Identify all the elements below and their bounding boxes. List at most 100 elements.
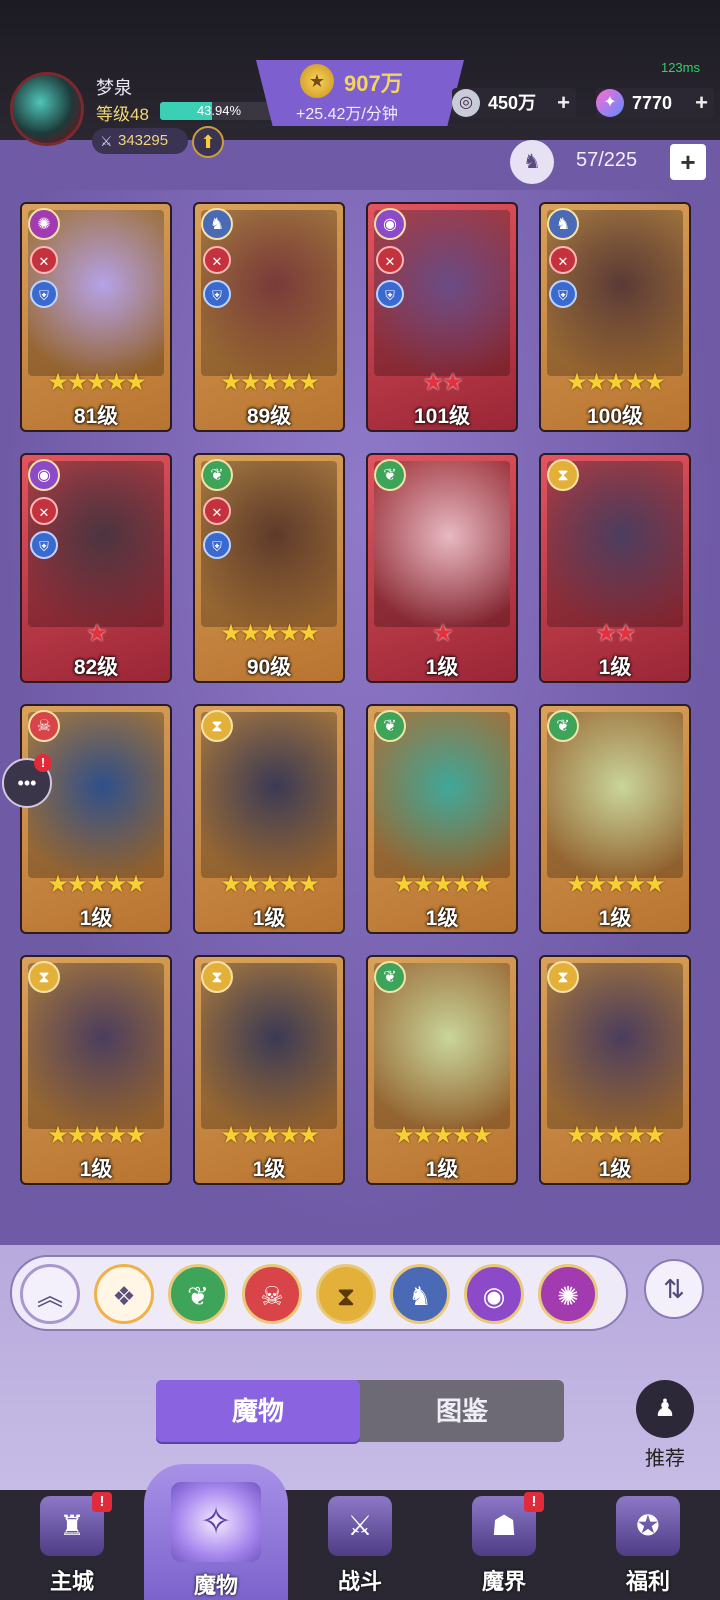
star-rating: ★★★★★	[566, 369, 666, 396]
dragon-element-icon: ♞	[547, 208, 579, 240]
xp-bar: 43.94%	[160, 102, 278, 120]
monster-card[interactable]: ◉ ✕ ⛨ ★★ 101级	[366, 202, 518, 432]
shield-role-icon: ⛨	[30, 280, 58, 308]
team-icon: ♟	[636, 1380, 694, 1438]
demon-mask-icon[interactable]: ☠	[242, 1264, 302, 1324]
tab-bar: 魔物 图鉴	[156, 1380, 564, 1442]
element-filter-bar: ︽ ❖ ❦ ☠ ⧗ ♞ ◉ ✺	[10, 1255, 628, 1331]
player-level: 等级48	[96, 105, 149, 124]
monster-card[interactable]: ♞ ✕ ⛨ ★★★★★ 100级	[539, 202, 691, 432]
capacity-add-button[interactable]: +	[670, 144, 706, 180]
star-rating: ★★★★★	[566, 1122, 666, 1149]
treasure-chest-icon: ✪	[616, 1496, 680, 1556]
star-rating: ★★★★★	[220, 620, 320, 647]
castle-icon: ♜!	[40, 1492, 112, 1556]
monster-card[interactable]: ☠ ★★★★★ 1级	[20, 704, 172, 934]
monster-level: 1级	[79, 907, 113, 930]
leaf-icon[interactable]: ❦	[168, 1264, 228, 1324]
recommend-button[interactable]: ♟ 推荐	[630, 1380, 700, 1471]
monster-capacity: ♞ 57/225 +	[510, 140, 706, 184]
chevrons-up-icon[interactable]: ︽	[20, 1264, 80, 1324]
attack-role-icon: ✕	[376, 246, 404, 274]
spiral-element-icon: ✺	[28, 208, 60, 240]
silver-add-button[interactable]: +	[557, 88, 570, 118]
monster-card[interactable]: ❦ ✕ ⛨ ★★★★★ 90级	[193, 453, 345, 683]
monster-card[interactable]: ✺ ✕ ⛨ ★★★★★ 81级	[20, 202, 172, 432]
monster-card[interactable]: ❦ ★ 1级	[366, 453, 518, 683]
shield-role-icon: ⛨	[376, 280, 404, 308]
eye-element-icon: ◉	[28, 459, 60, 491]
arrow-up-icon[interactable]: ⬆	[192, 126, 224, 158]
nav-welfare[interactable]: ✪ 福利	[576, 1490, 720, 1600]
monster-card[interactable]: ❦ ★★★★★ 1级	[539, 704, 691, 934]
nav-demon-realm[interactable]: ☗! 魔界	[432, 1490, 576, 1600]
tab-monsters[interactable]: 魔物	[156, 1380, 360, 1442]
monster-card-grid: ✺ ✕ ⛨ ★★★★★ 81级 ♞ ✕ ⛨ ★★★★★ 89级 ◉ ✕ ⛨ ★★ 101级 ♞ ✕ ⛨ ★★★★★ 1…	[0, 190, 720, 1245]
monster-level: 1级	[598, 907, 632, 930]
hourglass-icon[interactable]: ⧗	[316, 1264, 376, 1324]
monster-card[interactable]: ❦ ★★★★★ 1级	[366, 955, 518, 1185]
nature-element-icon: ❦	[374, 710, 406, 742]
shield-role-icon: ⛨	[203, 280, 231, 308]
time-element-icon: ⧗	[547, 459, 579, 491]
coin-icon: ★	[300, 64, 334, 98]
dragon-icon[interactable]: ♞	[390, 1264, 450, 1324]
monster-flame-icon: ✧	[171, 1482, 261, 1562]
bottom-nav: ♜! 主城 ✧ 魔物 ⚔ 战斗 ☗! 魔界 ✪ 福利	[0, 1464, 720, 1600]
silver-amount: 450万	[488, 93, 537, 113]
chat-button[interactable]: ••• !	[2, 754, 52, 808]
star-rating: ★★★★★	[47, 871, 147, 898]
nav-badge: !	[524, 1492, 544, 1512]
monster-card[interactable]: ⧗ ★★★★★ 1级	[193, 955, 345, 1185]
gold-amount: 907万	[344, 71, 403, 96]
nav-main-city[interactable]: ♜! 主城	[0, 1490, 144, 1600]
nav-monsters[interactable]: ✧ 魔物	[144, 1464, 288, 1600]
attack-role-icon: ✕	[30, 497, 58, 525]
recommend-label: 推荐	[645, 1448, 685, 1470]
silver-coin-icon: ◎	[452, 89, 480, 117]
star-rating: ★	[86, 620, 108, 647]
sort-button[interactable]: ⇅	[644, 1259, 704, 1319]
monster-level: 1级	[79, 1158, 113, 1181]
eye-icon[interactable]: ◉	[464, 1264, 524, 1324]
nav-label: 战斗	[337, 1569, 382, 1594]
monster-card[interactable]: ⧗ ★★★★★ 1级	[193, 704, 345, 934]
star-rating: ★★★★★	[220, 1122, 320, 1149]
monster-level: 90级	[246, 656, 292, 679]
gem-add-button[interactable]: +	[695, 88, 708, 118]
dragon-element-icon: ♞	[201, 208, 233, 240]
nav-label: 福利	[625, 1569, 670, 1594]
eye-element-icon: ◉	[374, 208, 406, 240]
nav-label: 魔物	[193, 1573, 238, 1598]
time-element-icon: ⧗	[547, 961, 579, 993]
monster-level: 100级	[586, 405, 644, 428]
gem-resource: ✦ 7770 +	[596, 88, 714, 118]
star-rating: ★★	[422, 369, 463, 396]
nav-label: 主城	[49, 1569, 94, 1594]
ping-indicator: 123ms	[660, 60, 700, 75]
monster-level: 101级	[413, 405, 471, 428]
star-rating: ★★★★★	[47, 1122, 147, 1149]
monster-level: 1级	[598, 1158, 632, 1181]
attack-role-icon: ✕	[30, 246, 58, 274]
time-element-icon: ⧗	[201, 710, 233, 742]
monster-card[interactable]: ◉ ✕ ⛨ ★ 82级	[20, 453, 172, 683]
monster-card[interactable]: ♞ ✕ ⛨ ★★★★★ 89级	[193, 202, 345, 432]
monster-card[interactable]: ⧗ ★★★★★ 1级	[20, 955, 172, 1185]
player-name: 梦泉	[96, 78, 132, 98]
player-avatar[interactable]	[10, 72, 84, 146]
monster-bag-icon: ♞	[510, 140, 554, 184]
nav-battle[interactable]: ⚔ 战斗	[288, 1490, 432, 1600]
nature-element-icon: ❦	[201, 459, 233, 491]
diamond-grid-icon[interactable]: ❖	[94, 1264, 154, 1324]
combat-power-value: 343295	[118, 132, 169, 149]
chat-notification-badge: !	[34, 754, 52, 772]
monster-card[interactable]: ⧗ ★★ 1级	[539, 453, 691, 683]
monster-card[interactable]: ⧗ ★★★★★ 1级	[539, 955, 691, 1185]
spiral-icon[interactable]: ✺	[538, 1264, 598, 1324]
tab-codex[interactable]: 图鉴	[360, 1380, 564, 1442]
monster-level: 81级	[73, 405, 119, 428]
monster-level: 1级	[425, 1158, 459, 1181]
monster-card[interactable]: ❦ ★★★★★ 1级	[366, 704, 518, 934]
nav-label: 魔界	[481, 1569, 526, 1594]
